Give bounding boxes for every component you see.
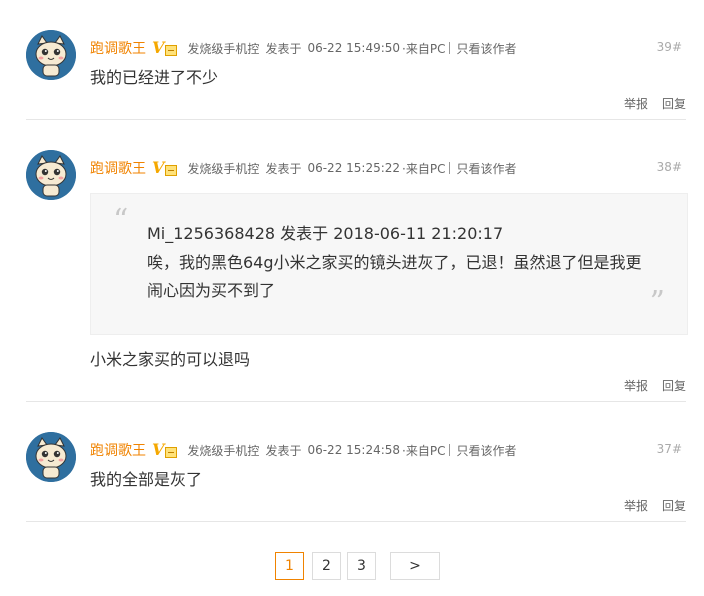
user-level: 发烧级手机控 xyxy=(187,161,260,176)
cat-avatar-icon xyxy=(26,30,76,80)
reply-button[interactable]: 回复 xyxy=(662,497,686,514)
posted-prefix: 发表于 xyxy=(265,443,302,458)
post-content: 我的全部是灰了 xyxy=(90,470,203,489)
avatar[interactable] xyxy=(26,150,76,200)
post-source: ·来自PC xyxy=(402,41,446,56)
post-content: 我的已经进了不少 xyxy=(90,68,219,87)
vip-badge-icon: V xyxy=(152,40,178,56)
separator xyxy=(449,42,451,54)
post-source: ·来自PC xyxy=(402,443,446,458)
post-time: 06-22 15:24:58 xyxy=(307,443,401,457)
pagination: 1 2 3 > xyxy=(275,552,440,580)
posted-prefix: 发表于 xyxy=(265,41,302,56)
quote-header: Mi_1256368428 发表于 2018-06-11 21:20:17 xyxy=(147,224,504,243)
report-button[interactable]: 举报 xyxy=(624,377,648,394)
floor-number: 37# xyxy=(656,442,682,456)
cat-avatar-icon xyxy=(26,432,76,482)
post-content: 小米之家买的可以退吗 xyxy=(90,350,251,369)
quote-text-line: 闹心因为买不到了 xyxy=(147,281,276,300)
post-meta: 跑调歌王 V 发烧级手机控 发表于 06-22 15:49:50 ·来自PC 只… xyxy=(90,38,516,58)
post-meta: 跑调歌王 V 发烧级手机控 发表于 06-22 15:24:58 ·来自PC 只… xyxy=(90,440,516,460)
vip-badge-icon: V xyxy=(152,442,178,458)
user-level: 发烧级手机控 xyxy=(187,443,260,458)
author-name[interactable]: 跑调歌王 xyxy=(90,158,146,178)
report-button[interactable]: 举报 xyxy=(624,497,648,514)
post-time: 06-22 15:25:22 xyxy=(307,161,401,175)
cat-avatar-icon xyxy=(26,150,76,200)
user-level: 发烧级手机控 xyxy=(187,41,260,56)
author-name[interactable]: 跑调歌王 xyxy=(90,38,146,58)
reply-button[interactable]: 回复 xyxy=(662,95,686,112)
author-name[interactable]: 跑调歌王 xyxy=(90,440,146,460)
vip-badge-icon: V xyxy=(152,160,178,176)
floor-number: 38# xyxy=(656,160,682,174)
page-1-button[interactable]: 1 xyxy=(275,552,304,580)
quote-text-line: 唉，我的黑色64g小米之家买的镜头进灰了，已退！虽然退了但是我更 xyxy=(147,253,642,272)
open-quote-icon: “ xyxy=(113,203,129,238)
post-actions: 举报 回复 xyxy=(624,377,686,394)
quote-block: “ Mi_1256368428 发表于 2018-06-11 21:20:17 … xyxy=(90,193,688,335)
post-actions: 举报 回复 xyxy=(624,497,686,514)
next-page-button[interactable]: > xyxy=(390,552,440,580)
avatar[interactable] xyxy=(26,432,76,482)
only-author-link[interactable]: 只看该作者 xyxy=(456,40,516,57)
avatar[interactable] xyxy=(26,30,76,80)
separator xyxy=(449,444,451,456)
floor-number: 39# xyxy=(656,40,682,54)
report-button[interactable]: 举报 xyxy=(624,95,648,112)
page-2-button[interactable]: 2 xyxy=(312,552,341,580)
posted-prefix: 发表于 xyxy=(265,161,302,176)
post-meta: 跑调歌王 V 发烧级手机控 发表于 06-22 15:25:22 ·来自PC 只… xyxy=(90,158,516,178)
post-divider xyxy=(26,119,686,120)
close-quote-icon: ” xyxy=(649,285,665,320)
page-3-button[interactable]: 3 xyxy=(347,552,376,580)
post-source: ·来自PC xyxy=(402,161,446,176)
post-divider xyxy=(26,401,686,402)
only-author-link[interactable]: 只看该作者 xyxy=(456,160,516,177)
separator xyxy=(449,162,451,174)
only-author-link[interactable]: 只看该作者 xyxy=(456,442,516,459)
post-divider xyxy=(26,521,686,522)
post-actions: 举报 回复 xyxy=(624,95,686,112)
reply-button[interactable]: 回复 xyxy=(662,377,686,394)
post-time: 06-22 15:49:50 xyxy=(307,41,401,55)
